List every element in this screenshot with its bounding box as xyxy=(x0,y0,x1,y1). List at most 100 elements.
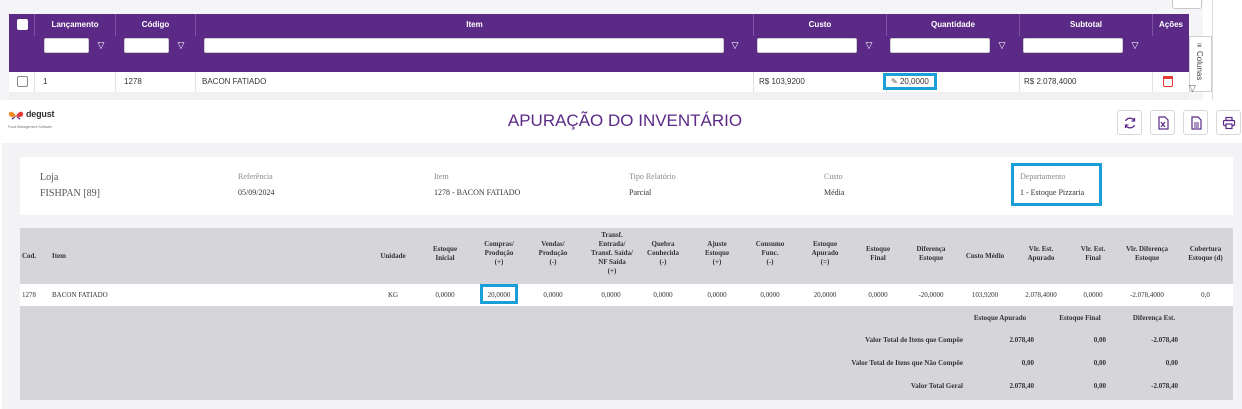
table-row[interactable]: 1 1278 BACON FATIADO R$ 103,9200 R$ 2.07… xyxy=(9,72,1189,92)
cell-vendas: 0,0000 xyxy=(543,291,563,299)
col-ajuste-l3: (+) xyxy=(712,258,722,266)
refresh-icon xyxy=(1124,117,1136,129)
header-subtotal[interactable]: Subtotal xyxy=(1019,14,1152,36)
filter-lancamento-funnel-icon[interactable]: ▽ xyxy=(95,39,107,51)
col-item: Item xyxy=(52,252,66,260)
totals-nao-compoe-final: 0,00 xyxy=(1093,359,1106,367)
filter-lancamento-input[interactable] xyxy=(44,38,89,53)
cell-diferenca-estoque: -20,0000 xyxy=(918,291,944,299)
top-button-stub[interactable] xyxy=(1172,0,1202,9)
cell-cobertura: 0,0 xyxy=(1201,291,1210,299)
col-consumo-l2: Func. xyxy=(761,249,779,257)
cell-estoque-apurado: 20,0000 xyxy=(813,291,837,299)
col-vlr-diferenca: Vlr. Diferença Estoque xyxy=(1117,245,1177,263)
tipo-relatorio-value: Parcial xyxy=(629,188,652,197)
inventory-report-table: Cod. Item Unidade Estoque Inicial Compra… xyxy=(20,228,1233,400)
row-codigo: 1278 xyxy=(124,77,142,86)
col-ajuste: Ajuste Estoque (+) xyxy=(694,240,740,267)
columns-icon: ≡ xyxy=(1197,41,1202,50)
cell-custo-medio: 103,9200 xyxy=(971,291,999,299)
col-transf-l1: Transf. xyxy=(601,231,623,239)
cell-vlr-est-final: 0,0000 xyxy=(1083,291,1103,299)
row-divider xyxy=(115,72,116,92)
col-vendas: Vendas/ Produção (-) xyxy=(530,240,576,267)
cell-cod: 1278 xyxy=(22,291,36,299)
row-checkbox[interactable] xyxy=(17,76,28,87)
row-divider xyxy=(34,72,35,92)
custo-label: Custo xyxy=(824,172,843,181)
filter-codigo-input[interactable] xyxy=(124,38,169,53)
brand-name: degust xyxy=(26,109,55,119)
refresh-button[interactable] xyxy=(1117,110,1142,135)
page-title: APURAÇÃO DO INVENTÁRIO xyxy=(507,111,743,130)
header-acoes: Ações xyxy=(1152,14,1189,36)
col-quebra: Quebra Conhecida (-) xyxy=(640,240,686,267)
header-codigo[interactable]: Código xyxy=(115,14,195,36)
totals-label-compoe: Valor Total de Itens que Compõe xyxy=(865,336,963,344)
totals-geral-final: 0,00 xyxy=(1093,382,1106,390)
col-ajuste-l1: Ajuste xyxy=(707,240,727,248)
cell-consumo: 0,0000 xyxy=(760,291,780,299)
export-excel-button[interactable] xyxy=(1150,110,1175,135)
col-cobertura: Cobertura Estoque (d) xyxy=(1178,245,1233,263)
header-quantidade[interactable]: Quantidade xyxy=(886,14,1019,36)
col-vlr-est-final-l2: Final xyxy=(1085,254,1101,262)
filter-subtotal-funnel-icon[interactable]: ▽ xyxy=(1129,39,1141,51)
col-transf-l3: Transf. Saída/ xyxy=(591,249,633,257)
col-cobertura-l2: Estoque (d) xyxy=(1188,254,1223,262)
trash-icon[interactable] xyxy=(1163,76,1173,87)
cell-estoque-inicial: 0,0000 xyxy=(435,291,455,299)
side-filter-funnel-icon[interactable]: ▽ xyxy=(1189,83,1196,94)
compras-highlight xyxy=(480,284,518,304)
filter-item-input[interactable] xyxy=(204,38,724,53)
col-compras-l1: Compras/ xyxy=(484,240,514,248)
totals-label-nao-compoe: Valor Total de Itens que Não Compõe xyxy=(851,359,963,367)
grid-footer-space xyxy=(9,92,1189,100)
loja-value: FISHPAN [89] xyxy=(40,188,100,199)
totals-compoe-apurado: 2.078,40 xyxy=(1009,336,1035,344)
cell-unidade: KG xyxy=(387,291,399,299)
totals-compoe-diferenca: -2.078,40 xyxy=(1151,336,1178,344)
filter-quantidade-funnel-icon[interactable]: ▽ xyxy=(996,39,1008,51)
col-vlr-est-apurado-l1: Vlr. Est. xyxy=(1028,245,1054,253)
col-quebra-l2: Conhecida xyxy=(647,249,679,257)
filter-item-funnel-icon[interactable]: ▽ xyxy=(729,39,741,51)
totals-geral-diferenca: -2.078,40 xyxy=(1151,382,1178,390)
col-estoque-final-l2: Final xyxy=(870,254,886,262)
totals-geral-apurado: 2.078,40 xyxy=(1009,382,1035,390)
header-lancamento[interactable]: Lançamento xyxy=(34,14,115,36)
col-transf-l2: Entrada/ xyxy=(598,240,626,248)
col-compras: Compras/ Produção (+) xyxy=(475,240,523,267)
col-vlr-diferenca-l2: Estoque xyxy=(1134,254,1160,262)
row-divider xyxy=(195,72,196,92)
col-compras-l2: Produção xyxy=(484,249,514,257)
header-custo[interactable]: Custo xyxy=(753,14,886,36)
printer-icon xyxy=(1222,116,1236,130)
col-diferenca-estoque-l1: Diferença xyxy=(916,245,946,253)
filter-subtotal-input[interactable] xyxy=(1023,38,1123,53)
referencia-label: Referência xyxy=(238,172,273,181)
export-csv-button[interactable] xyxy=(1183,110,1208,135)
filter-custo-input[interactable] xyxy=(757,38,857,53)
table-row: 1278 BACON FATIADO KG 0,0000 20,0000 0,0… xyxy=(20,284,1233,306)
brand-tagline: Food Management Software xyxy=(8,125,53,129)
col-quebra-l3: (-) xyxy=(659,258,667,266)
filter-quantidade-input[interactable] xyxy=(890,38,990,53)
col-transf: Transf. Entrada/ Transf. Saída/ NF Saída… xyxy=(580,231,644,276)
col-estoque-inicial-l2: Inicial xyxy=(435,254,455,262)
select-all-checkbox[interactable] xyxy=(17,19,28,30)
filter-custo-funnel-icon[interactable]: ▽ xyxy=(863,39,875,51)
row-divider xyxy=(1152,72,1153,92)
cell-transf: 0,0000 xyxy=(601,291,621,299)
col-vlr-est-apurado: Vlr. Est. Apurado xyxy=(1016,245,1066,263)
col-estoque-apurado-l3: (=) xyxy=(820,258,830,266)
header-item[interactable]: Item xyxy=(195,14,753,36)
print-button[interactable] xyxy=(1216,110,1241,135)
grid-header-row: Lançamento Código Item Custo Quantidade … xyxy=(9,14,1189,36)
col-compras-l3: (+) xyxy=(494,258,504,266)
col-estoque-apurado-l1: Estoque xyxy=(812,240,838,248)
report-totals: Estoque Apurado Estoque Final Diferença … xyxy=(20,306,1233,400)
quantidade-edit-input[interactable]: ✎ 20,0000 xyxy=(883,73,937,90)
filter-codigo-funnel-icon[interactable]: ▽ xyxy=(175,39,187,51)
cell-vlr-diferenca: -2.078,4000 xyxy=(1130,291,1164,299)
